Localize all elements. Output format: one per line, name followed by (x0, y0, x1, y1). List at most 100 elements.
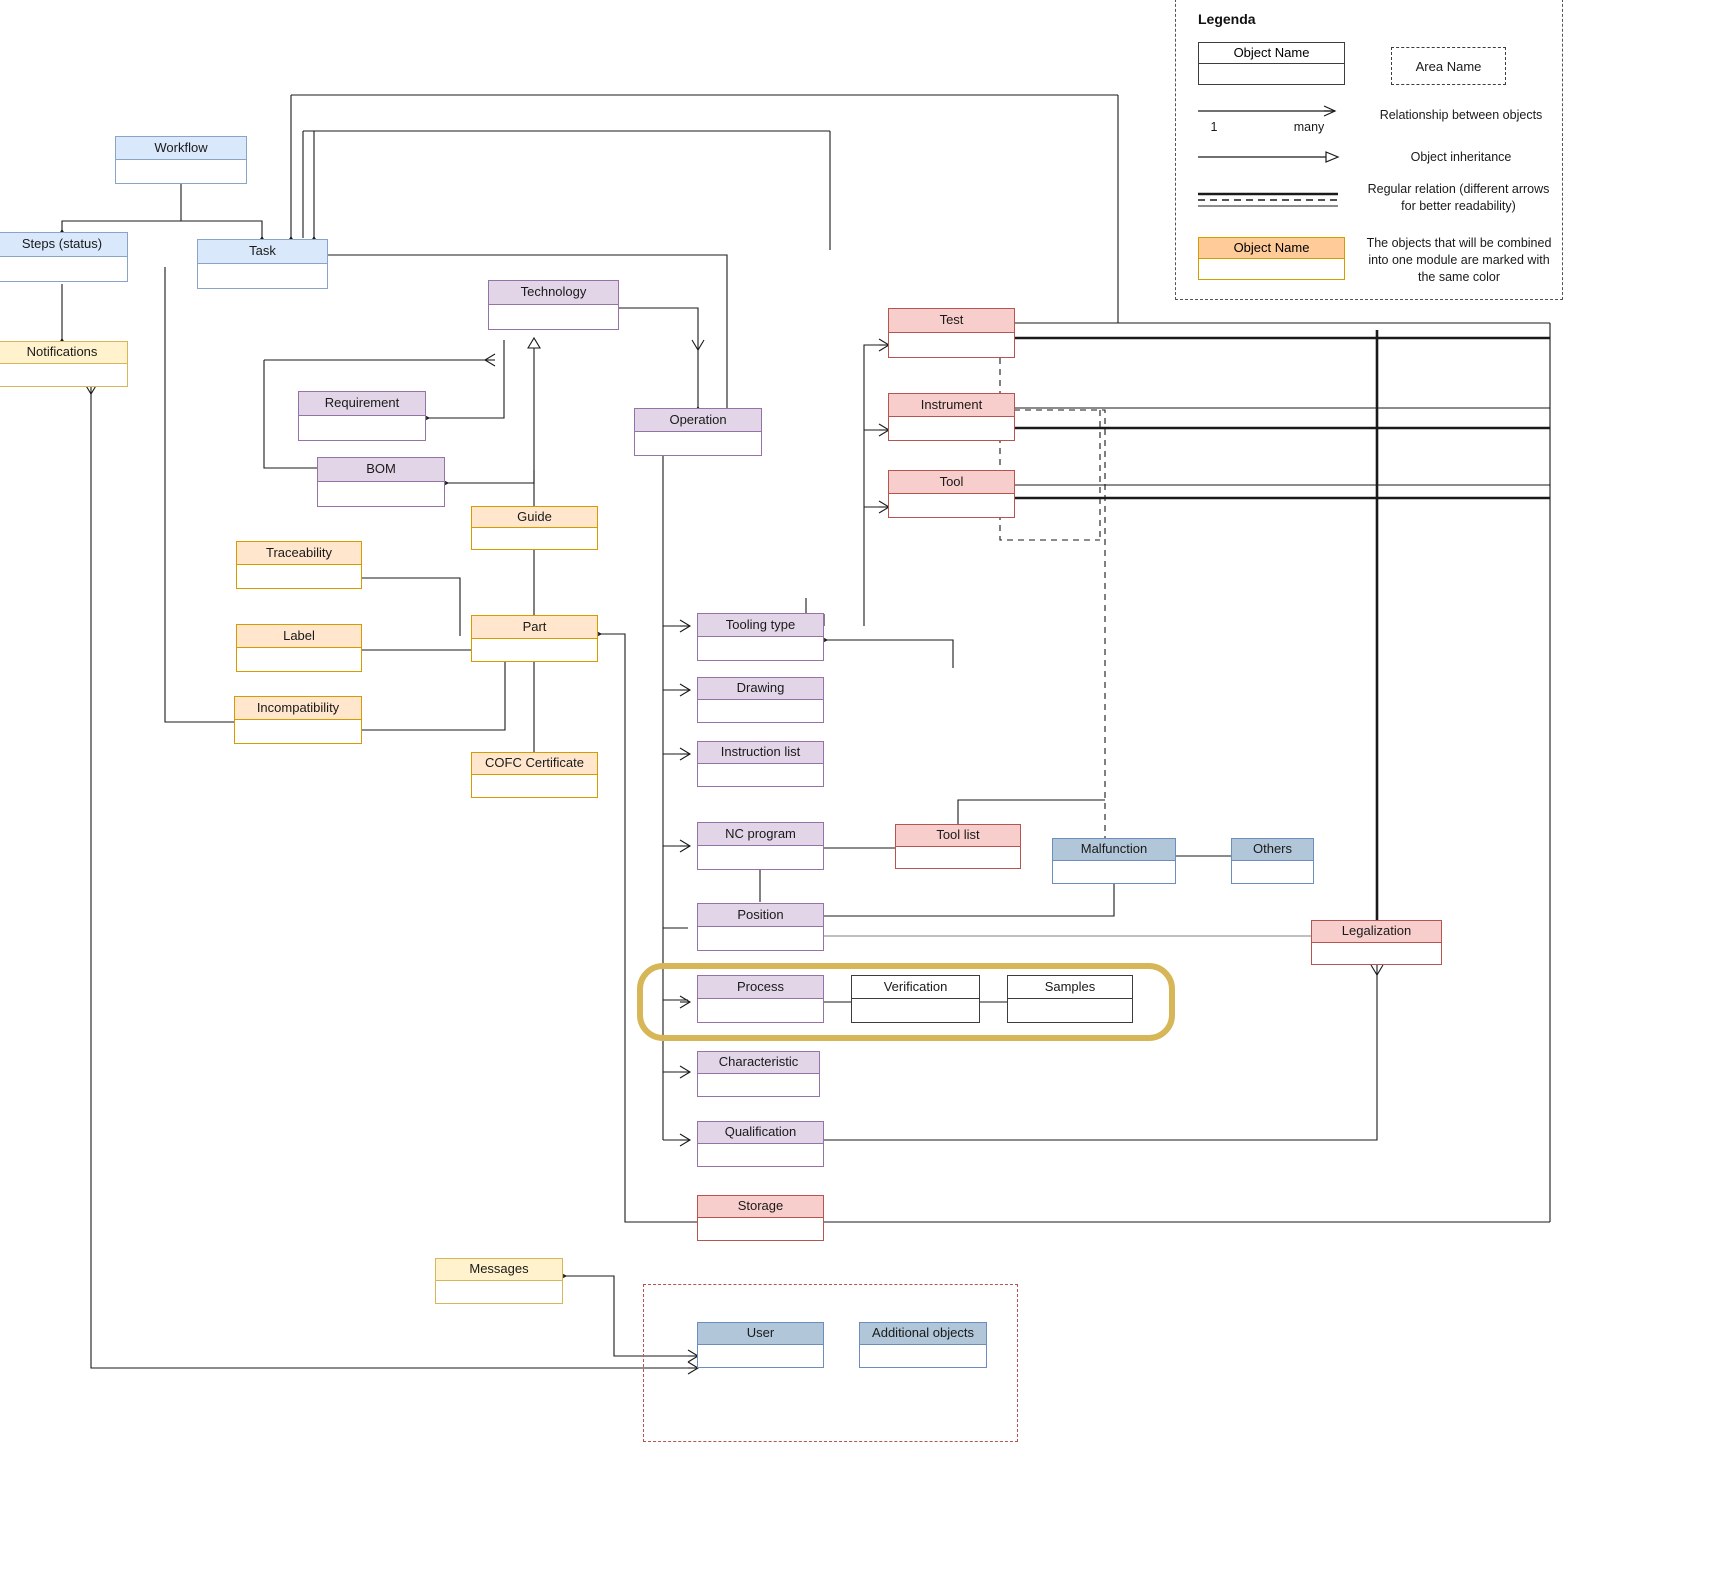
object-workflow-attrs (116, 160, 246, 183)
legend-module-sample-label: Object Name (1199, 238, 1344, 259)
object-storage-attrs (698, 1218, 823, 1240)
object-process-label: Process (698, 976, 823, 999)
object-steps[interactable]: Steps (status) (0, 232, 128, 282)
legend-module-sample: Object Name (1198, 237, 1345, 280)
object-tool[interactable]: Tool (888, 470, 1015, 518)
object-additional-objects[interactable]: Additional objects (859, 1322, 987, 1368)
object-drawing[interactable]: Drawing (697, 677, 824, 723)
object-malfunction-attrs (1053, 861, 1175, 883)
object-qualification[interactable]: Qualification (697, 1121, 824, 1167)
object-operation-label: Operation (635, 409, 761, 432)
object-process[interactable]: Process (697, 975, 824, 1023)
object-instruction-list[interactable]: Instruction list (697, 741, 824, 787)
object-label[interactable]: Label (236, 624, 362, 672)
object-process-attrs (698, 999, 823, 1022)
object-incompatibility[interactable]: Incompatibility (234, 696, 362, 744)
object-test-label: Test (889, 309, 1014, 333)
legend-cardinality-one: 1 (1210, 120, 1218, 134)
legend-inheritance-icon (1198, 151, 1340, 163)
object-operation-attrs (635, 432, 761, 455)
object-test[interactable]: Test (888, 308, 1015, 358)
legend-relationship-icon (1198, 105, 1337, 117)
object-others-label: Others (1232, 839, 1313, 861)
object-tooling-type[interactable]: Tooling type (697, 613, 824, 661)
object-bom[interactable]: BOM (317, 457, 445, 507)
object-workflow[interactable]: Workflow (115, 136, 247, 184)
object-qualification-label: Qualification (698, 1122, 823, 1144)
object-characteristic[interactable]: Characteristic (697, 1051, 820, 1097)
object-cofc-certificate-label: COFC Certificate (472, 753, 597, 775)
object-tool-label: Tool (889, 471, 1014, 494)
object-nc-program-attrs (698, 846, 823, 869)
legend-row-module-text: The objects that will be combined into o… (1366, 236, 1552, 284)
object-requirement[interactable]: Requirement (298, 391, 426, 441)
legend-row-regular-relation-text: Regular relation (different arrows for b… (1367, 182, 1550, 213)
object-malfunction[interactable]: Malfunction (1052, 838, 1176, 884)
object-label-label: Label (237, 625, 361, 648)
legend-row-relationship-text: Relationship between objects (1379, 108, 1543, 122)
object-drawing-label: Drawing (698, 678, 823, 700)
diagram-canvas: Workflow Steps (status) Task Notificatio… (0, 0, 1731, 1569)
object-instrument-label: Instrument (889, 394, 1014, 417)
object-position[interactable]: Position (697, 903, 824, 951)
object-storage[interactable]: Storage (697, 1195, 824, 1241)
object-traceability-label: Traceability (237, 542, 361, 565)
object-position-label: Position (698, 904, 823, 927)
object-technology[interactable]: Technology (488, 280, 619, 330)
object-tool-attrs (889, 494, 1014, 517)
object-notifications[interactable]: Notifications (0, 341, 128, 387)
object-guide-attrs (472, 528, 597, 549)
object-part-attrs (472, 639, 597, 662)
object-others[interactable]: Others (1231, 838, 1314, 884)
object-additional-objects-attrs (860, 1345, 986, 1367)
object-messages-attrs (436, 1281, 562, 1303)
object-operation[interactable]: Operation (634, 408, 762, 456)
object-malfunction-label: Malfunction (1053, 839, 1175, 861)
object-bom-attrs (318, 482, 444, 506)
object-traceability[interactable]: Traceability (236, 541, 362, 589)
object-workflow-label: Workflow (116, 137, 246, 160)
object-instruction-list-label: Instruction list (698, 742, 823, 764)
object-steps-label: Steps (status) (0, 233, 127, 257)
object-nc-program-label: NC program (698, 823, 823, 846)
object-user[interactable]: User (697, 1322, 824, 1368)
object-user-label: User (698, 1323, 823, 1345)
object-instrument[interactable]: Instrument (888, 393, 1015, 441)
object-guide[interactable]: Guide (471, 506, 598, 550)
object-samples-attrs (1008, 999, 1132, 1022)
object-legalization-attrs (1312, 943, 1441, 965)
object-label-attrs (237, 648, 361, 671)
object-messages-label: Messages (436, 1259, 562, 1281)
object-task-label: Task (198, 240, 327, 264)
object-instrument-attrs (889, 417, 1014, 440)
object-task[interactable]: Task (197, 239, 328, 289)
object-test-attrs (889, 333, 1014, 357)
object-tool-list[interactable]: Tool list (895, 824, 1021, 869)
legend-area-sample: Area Name (1391, 47, 1506, 85)
object-part-label: Part (472, 616, 597, 639)
object-notifications-attrs (0, 364, 127, 386)
object-tool-list-label: Tool list (896, 825, 1020, 847)
object-verification[interactable]: Verification (851, 975, 980, 1023)
object-bom-label: BOM (318, 458, 444, 482)
object-traceability-attrs (237, 565, 361, 588)
object-tooling-type-attrs (698, 637, 823, 660)
object-storage-label: Storage (698, 1196, 823, 1218)
object-nc-program[interactable]: NC program (697, 822, 824, 870)
object-guide-label: Guide (472, 507, 597, 528)
object-technology-label: Technology (489, 281, 618, 305)
object-cofc-certificate-attrs (472, 775, 597, 797)
object-samples[interactable]: Samples (1007, 975, 1133, 1023)
object-requirement-label: Requirement (299, 392, 425, 416)
object-legalization[interactable]: Legalization (1311, 920, 1442, 965)
legend-title: Legenda (1198, 11, 1256, 27)
legend-regular-relation-icon (1198, 192, 1338, 207)
object-cofc-certificate[interactable]: COFC Certificate (471, 752, 598, 798)
object-position-attrs (698, 927, 823, 950)
legend-area-sample-label: Area Name (1415, 58, 1482, 74)
object-drawing-attrs (698, 700, 823, 722)
object-messages[interactable]: Messages (435, 1258, 563, 1304)
object-verification-label: Verification (852, 976, 979, 999)
object-additional-objects-label: Additional objects (860, 1323, 986, 1345)
object-part[interactable]: Part (471, 615, 598, 662)
